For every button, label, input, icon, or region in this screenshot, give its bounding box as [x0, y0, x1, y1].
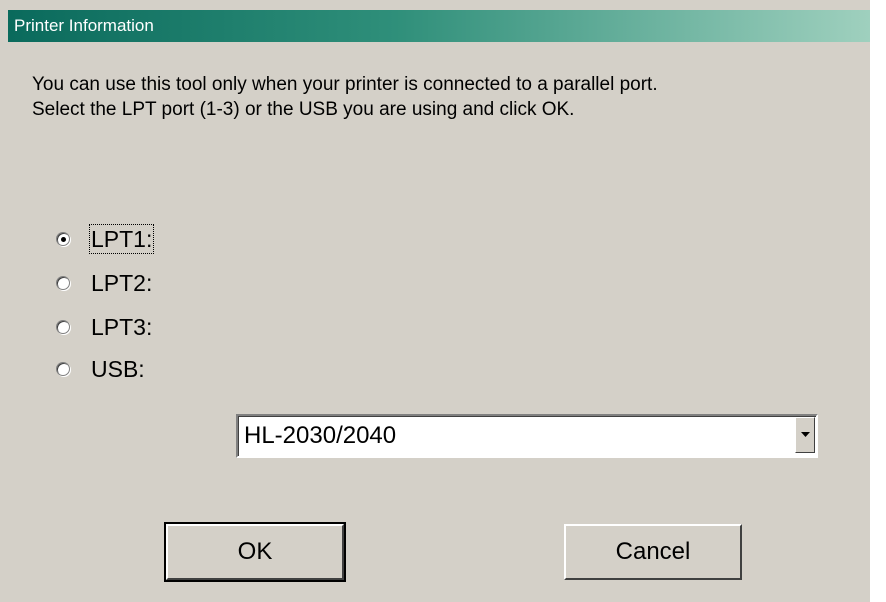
radio-option-lpt2[interactable]: LPT2: — [56, 268, 153, 298]
radio-label-usb[interactable]: USB: — [90, 355, 146, 383]
radio-button-lpt2[interactable] — [56, 276, 70, 290]
radio-label-lpt2[interactable]: LPT2: — [90, 269, 153, 297]
dialog-title: Printer Information — [14, 16, 154, 35]
radio-label-lpt3[interactable]: LPT3: — [90, 313, 153, 341]
radio-label-lpt1[interactable]: LPT1: — [88, 224, 155, 254]
cancel-button[interactable]: Cancel — [564, 524, 742, 580]
printer-information-dialog: Printer Information You can use this too… — [0, 0, 870, 602]
dialog-title-bar[interactable]: Printer Information — [8, 10, 870, 42]
instruction-line-1: You can use this tool only when your pri… — [32, 74, 658, 95]
radio-button-usb[interactable] — [56, 362, 70, 376]
ok-button[interactable]: OK — [164, 522, 346, 582]
radio-option-lpt3[interactable]: LPT3: — [56, 312, 153, 342]
printer-model-value: HL-2030/2040 — [244, 422, 397, 449]
radio-option-usb[interactable]: USB: — [56, 354, 146, 384]
chevron-down-icon — [800, 432, 810, 437]
dropdown-button[interactable] — [795, 417, 815, 453]
instruction-text: You can use this tool only when your pri… — [32, 72, 658, 122]
radio-option-lpt1[interactable]: LPT1: — [56, 224, 155, 254]
instruction-line-2: Select the LPT port (1-3) or the USB you… — [32, 99, 575, 120]
radio-button-lpt1[interactable] — [56, 232, 70, 246]
cancel-button-label: Cancel — [615, 538, 691, 565]
radio-button-lpt3[interactable] — [56, 320, 70, 334]
printer-model-select[interactable]: HL-2030/2040 — [236, 414, 818, 458]
ok-button-label: OK — [237, 538, 273, 565]
